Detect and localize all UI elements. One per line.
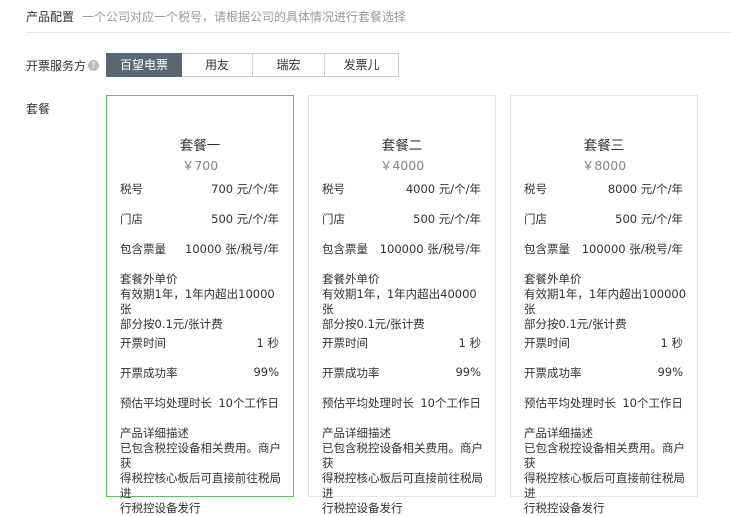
processing-row: 预估平均处理时长 10个工作日 (322, 396, 481, 410)
store-row: 门店 500 元/个/年 (524, 212, 683, 226)
tab-ruihong[interactable]: 瑞宏 (253, 53, 325, 77)
extra-price: 套餐外单价 有效期1年，1年内超出100000张 部分按0.1元/张计费 (524, 272, 687, 331)
store-row: 门店 500 元/个/年 (322, 212, 481, 226)
help-icon[interactable]: ? (88, 59, 100, 71)
store-row: 门店 500 元/个/年 (120, 212, 279, 226)
section-title: 产品配置 (26, 9, 75, 24)
package-price: ￥700 (181, 158, 219, 173)
tickets-row: 包含票量 10000 张/税号/年 (120, 242, 279, 256)
tab-baiwang[interactable]: 百望电票 (106, 53, 182, 77)
product-details: 产品详细描述 已包含税控设备相关费用。商户获 得税控核心板后可直接前往税局进 行… (120, 426, 281, 515)
package-name: 套餐一 (179, 138, 221, 154)
service-provider-tabs: 百望电票 用友 瑞宏 发票儿 (106, 53, 399, 77)
tickets-row: 包含票量 100000 张/税号/年 (524, 242, 683, 256)
product-details: 产品详细描述 已包含税控设备相关费用。商户获 得税控核心板后可直接前往税局进 行… (524, 426, 685, 515)
package-name: 套餐二 (381, 138, 423, 154)
rate-row: 开票成功率 99% (322, 365, 481, 380)
time-row: 开票时间 1 秒 (524, 336, 683, 350)
package-price: ￥8000 (581, 158, 627, 173)
service-provider-label: 开票服务方 ? (26, 57, 100, 74)
time-row: 开票时间 1 秒 (120, 336, 279, 350)
rate-row: 开票成功率 99% (524, 365, 683, 380)
product-details: 产品详细描述 已包含税控设备相关费用。商户获 得税控核心板后可直接前往税局进 行… (322, 426, 483, 515)
processing-row: 预估平均处理时长 10个工作日 (524, 396, 683, 410)
tab-fapiaoer[interactable]: 发票儿 (325, 53, 399, 77)
extra-price: 套餐外单价 有效期1年，1年内超出10000张 部分按0.1元/张计费 (120, 272, 275, 331)
tab-yonyou[interactable]: 用友 (182, 53, 253, 77)
package-name: 套餐三 (583, 138, 625, 154)
package-price: ￥4000 (379, 158, 425, 173)
service-provider-row: 开票服务方 ? 百望电票 用友 瑞宏 发票儿 (26, 53, 426, 77)
page-header: 产品配置 一个公司对应一个税号，请根据公司的具体情况进行套餐选择 (26, 0, 731, 33)
package-card-1[interactable]: 套餐一 ￥700 税号 700 元/个/年 门店 500 元/个/年 包含票量 100… (106, 95, 294, 515)
tax-row: 税号 4000 元/个/年 (322, 182, 481, 196)
extra-price: 套餐外单价 有效期1年，1年内超出40000张 部分按0.1元/张计费 (322, 272, 477, 331)
packages-label: 套餐 (26, 102, 51, 116)
section-description: 一个公司对应一个税号，请根据公司的具体情况进行套餐选择 (82, 9, 407, 24)
processing-row: 预估平均处理时长 10个工作日 (120, 396, 279, 410)
tickets-row: 包含票量 100000 张/税号/年 (322, 242, 481, 256)
tax-row: 税号 8000 元/个/年 (524, 182, 683, 196)
time-row: 开票时间 1 秒 (322, 336, 481, 350)
package-card-3[interactable]: 套餐三 ￥8000 税号 8000 元/个/年 门店 500 元/个/年 包含票量 1… (510, 95, 698, 515)
package-card-2[interactable]: 套餐二 ￥4000 税号 4000 元/个/年 门店 500 元/个/年 包含票量 1… (308, 95, 496, 515)
tax-row: 税号 700 元/个/年 (120, 182, 279, 196)
rate-row: 开票成功率 99% (120, 365, 279, 380)
